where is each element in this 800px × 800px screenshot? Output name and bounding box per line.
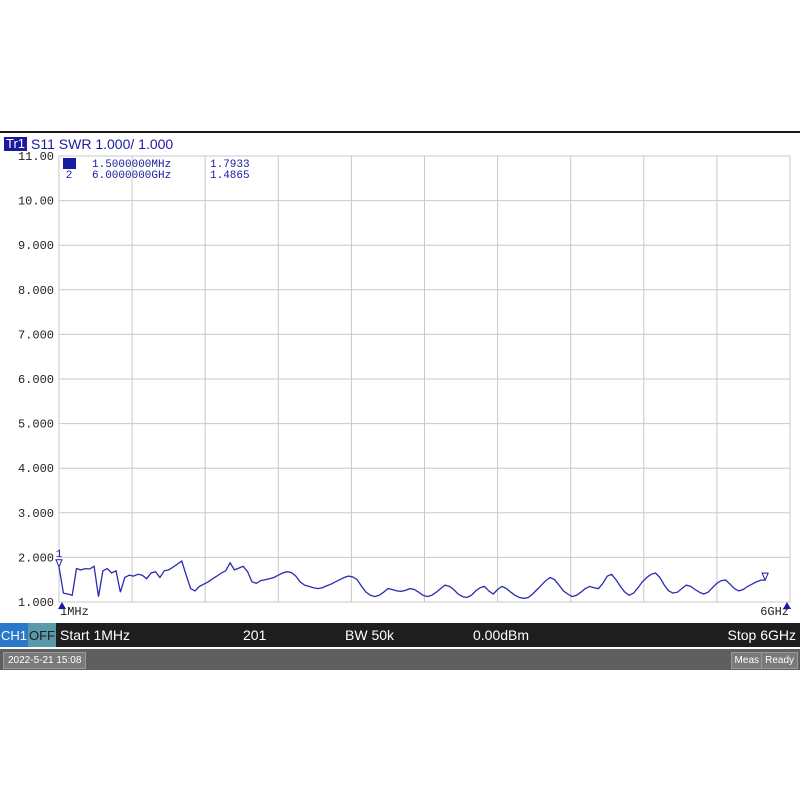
chart: 11.00 10.00 9.000 8.000 7.000 6.000 5.000 4.000… (18, 150, 791, 619)
trace-badge[interactable]: Tr1 (4, 137, 28, 151)
trace-title: S11 SWR 1.000/ 1.000 (31, 136, 174, 152)
y-tick-label: 8.000 (18, 284, 54, 298)
y-tick-label: 6.000 (18, 373, 54, 387)
y-tick-label: 10.00 (18, 195, 54, 209)
marker-table-num: 2 (66, 170, 73, 182)
meas-status[interactable]: Meas (730, 652, 763, 669)
y-tick-label: 7.000 (18, 328, 54, 342)
power-level[interactable]: 0.00dBm (473, 627, 529, 643)
sweep-points[interactable]: 201 (243, 627, 266, 643)
off-badge[interactable]: OFF (28, 623, 56, 647)
if-bandwidth[interactable]: BW 50k (345, 627, 394, 643)
y-tick-label: 9.000 (18, 239, 54, 253)
start-frequency[interactable]: Start 1MHz (60, 627, 130, 643)
marker-1-trace-label: 1 (56, 549, 63, 561)
instrument-status-bar: 2022-5-21 15:08 Meas Ready (0, 649, 800, 670)
y-tick-label: 1.000 (18, 596, 54, 610)
datetime-display: 2022-5-21 15:08 (3, 652, 87, 669)
y-tick-label: 11.00 (18, 150, 54, 164)
y-tick-label: 5.000 (18, 418, 54, 432)
y-tick-label: 2.000 (18, 551, 54, 565)
y-tick-label: 4.000 (18, 462, 54, 476)
instrument-display: 11.00 10.00 9.000 8.000 7.000 6.000 5.000 4.000… (0, 131, 800, 670)
channel-status-bar: CH1 OFF Start 1MHz 201 BW 50k 0.00dBm St… (0, 623, 800, 647)
trace-header: Tr1 S11 SWR 1.000/ 1.000 (4, 136, 173, 152)
stop-frequency[interactable]: Stop 6GHz (728, 627, 796, 643)
y-tick-label: 3.000 (18, 507, 54, 521)
marker-table-value: 1.4865 (210, 170, 250, 182)
marker-table-freq: 6.0000000GHz (92, 170, 171, 182)
ready-status: Ready (761, 652, 798, 669)
channel-badge[interactable]: CH1 (0, 623, 28, 647)
